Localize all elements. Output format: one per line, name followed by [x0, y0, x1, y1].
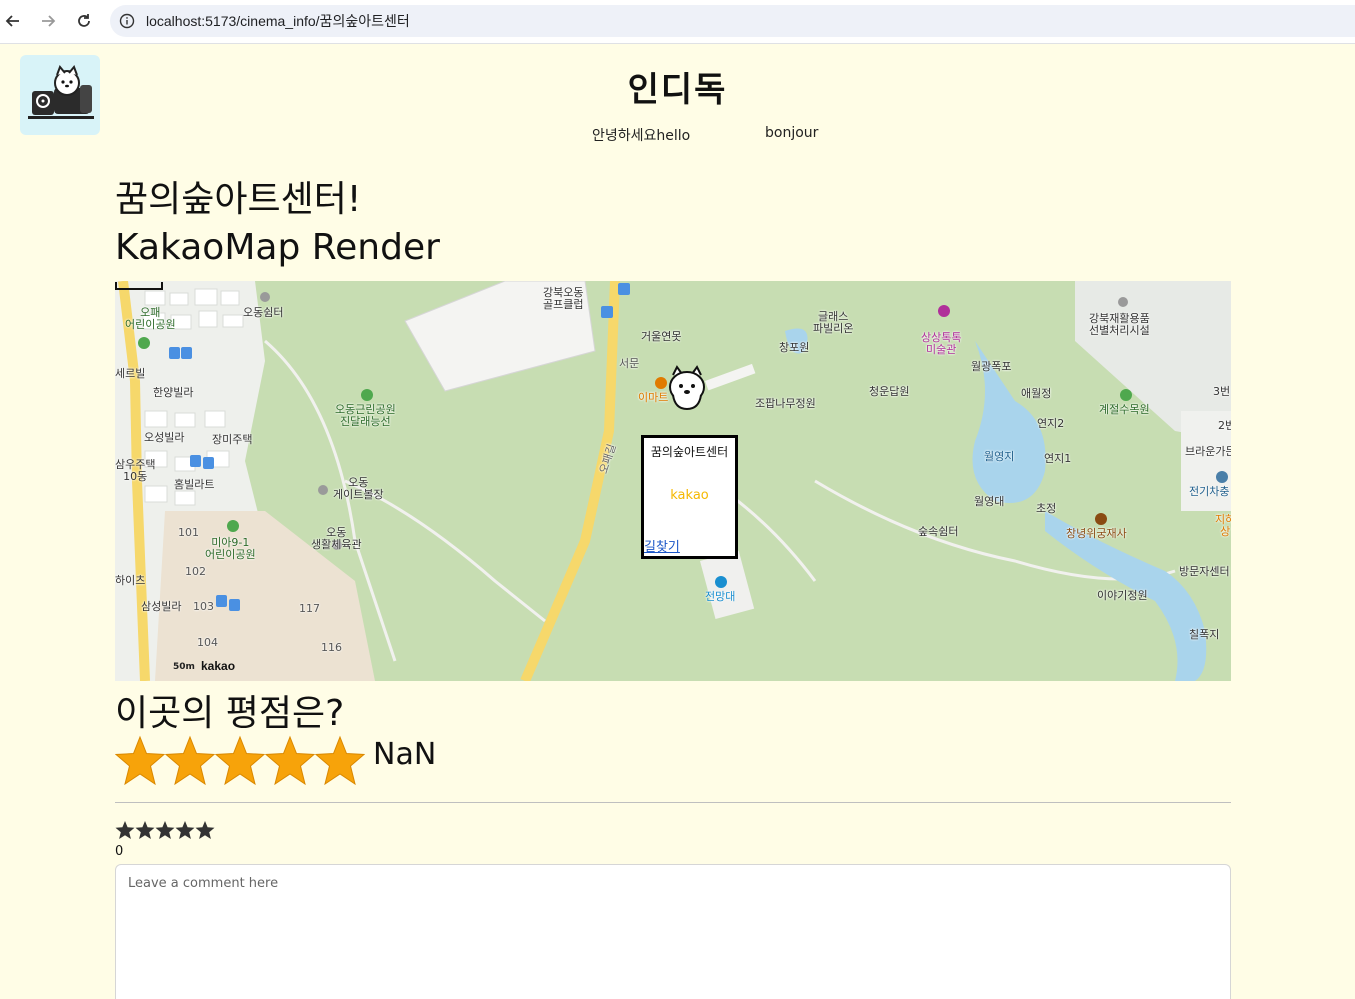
map-label: 청운답원 [869, 385, 910, 398]
info-window-title: 꿈의숲아트센터 [650, 445, 729, 459]
map-marker-icon[interactable] [667, 365, 707, 411]
map-label: 월광폭포 [971, 360, 1012, 373]
site-info-icon[interactable] [118, 12, 136, 30]
star-icon[interactable] [175, 820, 195, 840]
map-label: 월영지 [984, 450, 1015, 463]
map-label: 삼성빌라 [141, 600, 182, 613]
map-label: 오동쉼터 [243, 306, 284, 319]
map-label: 조팝나무정원 [755, 397, 816, 410]
map-label: 미아9-1 어린이공원 [205, 536, 256, 561]
map-label: 오동근린공원 진달래능선 [335, 403, 396, 428]
map-label: 연지2 [1037, 417, 1065, 430]
map-label: 오동 게이트볼장 [333, 476, 384, 501]
map-label: 서문 [619, 357, 640, 370]
map-label: 2번 [1218, 419, 1231, 432]
map-label: 강북재활용품 선별처리시설 [1089, 312, 1150, 337]
map-label: 계절수목원 [1099, 403, 1150, 416]
map-label: 강북오동 골프클럽 [543, 286, 584, 311]
map-label: 장미주택 [212, 433, 253, 446]
map-label: 이마트 [638, 391, 669, 404]
map-label: 하이츠 [115, 574, 146, 587]
map-scale-label: 50m [173, 662, 195, 672]
user-rating-input[interactable] [115, 820, 215, 840]
map-label: 상상톡톡 미술관 [921, 331, 962, 356]
map-label: 삼우주택 10동 [115, 458, 156, 483]
map-scale-bar [115, 282, 163, 290]
divider [115, 802, 1231, 803]
star-icon [165, 735, 215, 786]
map-label: 이야기정원 [1097, 589, 1148, 602]
map-kakao-logo: kakao [201, 659, 236, 673]
map-label: 116 [321, 641, 342, 654]
back-arrow-icon[interactable] [2, 10, 24, 32]
map-label: 101 [178, 526, 199, 539]
comment-textarea[interactable] [115, 864, 1231, 999]
map-label: 3번 [1213, 385, 1231, 398]
info-window-kakao-logo: kakao [670, 488, 709, 503]
map-label: 한양빌라 [153, 386, 194, 399]
star-icon [265, 735, 315, 786]
map-label: 방문자센터 [1179, 565, 1230, 578]
map-label: 브라운가든 [1185, 445, 1231, 458]
map-label: 연지1 [1044, 452, 1072, 465]
map-label: 102 [185, 565, 206, 578]
cinema-heading: 꿈의숲아트센터! [115, 179, 362, 220]
nav-link-hello[interactable]: 안녕하세요hello [592, 125, 690, 145]
star-icon[interactable] [115, 820, 135, 840]
nav-link-bonjour[interactable]: bonjour [765, 125, 818, 141]
url-text[interactable]: localhost:5173/cinema_info/꿈의숲아트센터 [146, 11, 410, 31]
map-label: 글래스 파빌리온 [813, 310, 854, 335]
star-icon [215, 735, 265, 786]
map-label: 전망대 [705, 590, 736, 603]
map-label: 월영대 [974, 495, 1005, 508]
average-rating-value: NaN [373, 737, 437, 772]
star-icon[interactable] [135, 820, 155, 840]
map-label: 오동 생활체육관 [311, 526, 362, 551]
map-label: 애월정 [1021, 387, 1052, 400]
kakao-map[interactable]: 오패 어린이공원 오동쉼터 강북오동 골프클럽 거울연못 서문 이마트 한양빌라… [115, 281, 1231, 681]
rating-heading: 이곳의 평점은? [115, 693, 345, 734]
user-rating-value: 0 [115, 844, 124, 859]
reload-icon[interactable] [73, 10, 95, 32]
map-label: 오성빌라 [144, 431, 185, 444]
map-label: 칠폭지 [1189, 628, 1220, 641]
map-label: 창녕위궁재사 [1066, 527, 1127, 540]
map-label: 초정 [1036, 502, 1057, 515]
map-label: 세르빌 [115, 367, 146, 380]
browser-chrome: localhost:5173/cinema_info/꿈의숲아트센터 [0, 0, 1355, 44]
map-label: 오패 어린이공원 [125, 306, 176, 331]
map-label: 전기차충 [1189, 485, 1230, 498]
map-label: 숲속쉼터 [918, 525, 959, 538]
map-label: 117 [299, 602, 320, 615]
star-icon[interactable] [195, 820, 215, 840]
forward-arrow-icon[interactable] [37, 10, 59, 32]
map-label: 104 [197, 636, 218, 649]
map-label: 창포원 [779, 341, 810, 354]
average-rating-stars [115, 735, 365, 787]
directions-link[interactable]: 길찾기 [644, 536, 680, 555]
map-label: 홈빌라트 [174, 478, 215, 491]
star-icon [315, 735, 365, 786]
site-title[interactable]: 인디독 [0, 62, 1355, 111]
map-label: 지하 상 [1215, 513, 1231, 538]
star-icon [115, 735, 165, 786]
map-label: 거울연못 [641, 330, 682, 343]
map-heading: KakaoMap Render [115, 227, 440, 268]
star-icon[interactable] [155, 820, 175, 840]
address-bar[interactable]: localhost:5173/cinema_info/꿈의숲아트센터 [110, 5, 1355, 37]
map-label: 103 [193, 600, 214, 613]
map-info-window: 꿈의숲아트센터 kakao 길찾기 [641, 435, 738, 559]
